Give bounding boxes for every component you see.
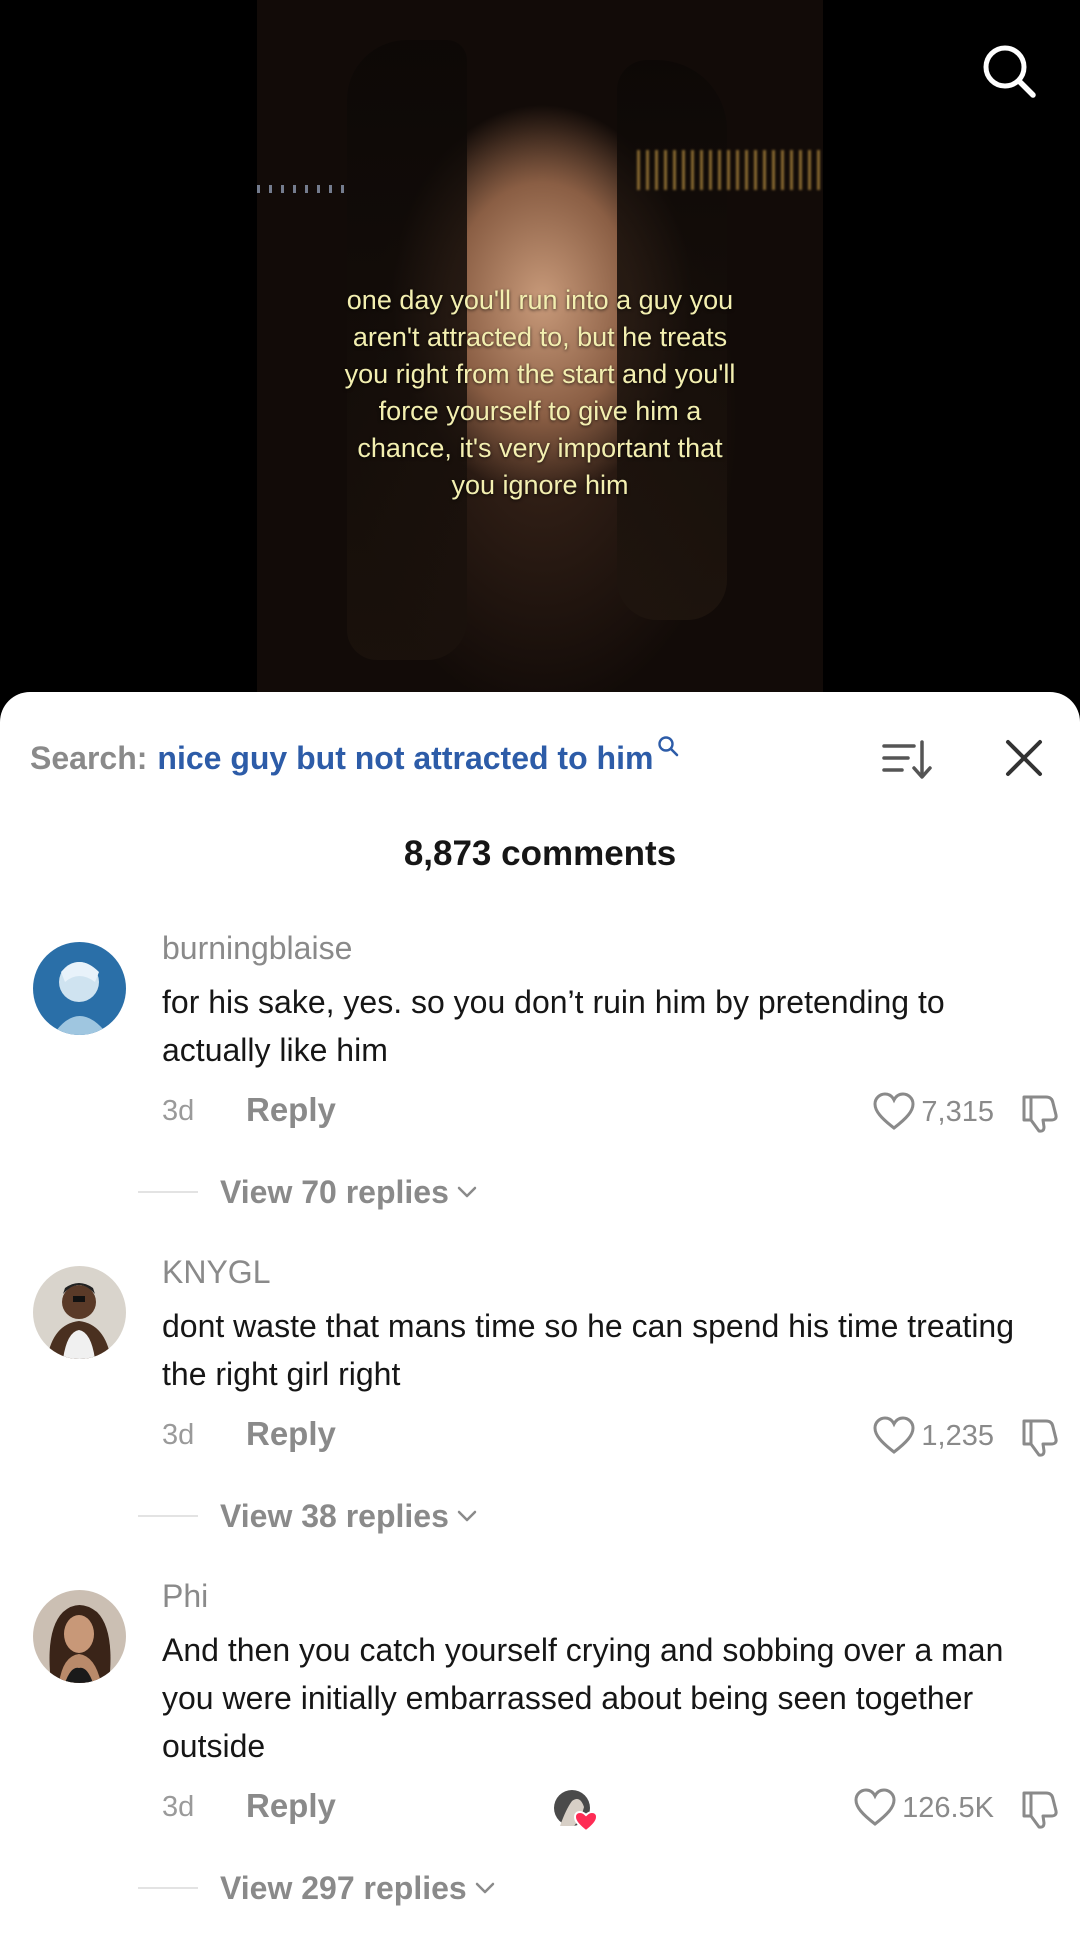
comments-sheet: Search: nice guy but not attracted to hi… — [0, 692, 1080, 1944]
like-group: 126.5K — [852, 1783, 1062, 1833]
related-search-link[interactable]: Search: nice guy but not attracted to hi… — [30, 730, 679, 786]
search-query-link[interactable]: nice guy but not attracted to him — [157, 740, 653, 777]
heart-icon — [873, 1092, 915, 1130]
view-replies-button[interactable]: View 38 replies — [138, 1494, 479, 1538]
comment-text: for his sake, yes. so you don’t ruin him… — [162, 984, 945, 1068]
avatar-image — [33, 1266, 126, 1359]
close-icon — [1006, 740, 1042, 776]
search-icon — [658, 736, 679, 757]
comment-time: 3d — [162, 1095, 195, 1127]
like-group: 7,315 — [871, 1087, 1062, 1137]
sort-button[interactable] — [880, 734, 932, 786]
comment-time: 3d — [162, 1419, 195, 1451]
divider — [138, 1191, 198, 1193]
like-button[interactable]: 126.5K — [852, 1785, 1016, 1831]
comment-text: dont waste that mans time so he can spen… — [162, 1308, 1015, 1392]
like-count: 126.5K — [902, 1791, 994, 1824]
comment-actions: 3d Reply 7,315 — [162, 1087, 1062, 1137]
comment-time: 3d — [162, 1791, 195, 1823]
like-button[interactable]: 1,235 — [871, 1413, 1016, 1459]
video-background-lights — [637, 150, 823, 190]
avatar-image — [33, 942, 126, 1035]
comment-actions: 3d Reply 126.5K — [162, 1783, 1062, 1833]
heart-icon — [854, 1788, 896, 1826]
search-prefix-label: Search: — [30, 739, 148, 776]
avatar[interactable] — [33, 1266, 126, 1359]
reply-button[interactable]: Reply — [246, 1415, 336, 1453]
comment-actions: 3d Reply 1,235 — [162, 1411, 1062, 1461]
view-replies-label: View 70 replies — [220, 1173, 449, 1210]
video-player[interactable]: one day you'll run into a guy you aren't… — [0, 0, 1080, 720]
dislike-icon[interactable] — [1016, 1089, 1062, 1135]
comment-username[interactable]: KNYGL — [162, 1254, 270, 1291]
reply-button[interactable]: Reply — [246, 1091, 336, 1129]
creator-liked-icon — [554, 1790, 599, 1833]
chevron-down-icon — [457, 1510, 477, 1522]
divider — [138, 1887, 198, 1889]
avatar[interactable] — [33, 942, 126, 1035]
like-count: 1,235 — [921, 1419, 994, 1452]
sort-icon — [882, 740, 932, 779]
search-icon — [983, 45, 1036, 98]
avatar-image — [33, 1590, 126, 1683]
close-button[interactable] — [1000, 734, 1048, 782]
view-replies-button[interactable]: View 297 replies — [138, 1866, 497, 1910]
like-group: 1,235 — [871, 1411, 1062, 1461]
like-button[interactable]: 7,315 — [871, 1089, 1016, 1135]
video-background-lights-left — [257, 185, 347, 193]
heart-icon — [873, 1416, 915, 1454]
divider — [138, 1515, 198, 1517]
dislike-icon[interactable] — [1016, 1413, 1062, 1459]
dislike-icon[interactable] — [1016, 1785, 1062, 1831]
comment-text: And then you catch yourself crying and s… — [162, 1632, 1004, 1764]
view-replies-button[interactable]: View 70 replies — [138, 1170, 479, 1214]
chevron-down-icon — [457, 1186, 477, 1198]
comment-count: 8,873 comments — [403, 834, 677, 873]
comment-username[interactable]: Phi — [162, 1578, 208, 1615]
comment-username[interactable]: burningblaise — [162, 930, 352, 967]
chevron-down-icon — [475, 1882, 494, 1894]
view-replies-label: View 38 replies — [220, 1497, 449, 1534]
avatar[interactable] — [33, 1590, 126, 1683]
video-caption: one day you'll run into a guy you aren't… — [344, 285, 736, 500]
like-count: 7,315 — [921, 1095, 994, 1128]
reply-button[interactable]: Reply — [246, 1787, 336, 1825]
search-button[interactable] — [978, 40, 1040, 102]
view-replies-label: View 297 replies — [220, 1869, 467, 1906]
